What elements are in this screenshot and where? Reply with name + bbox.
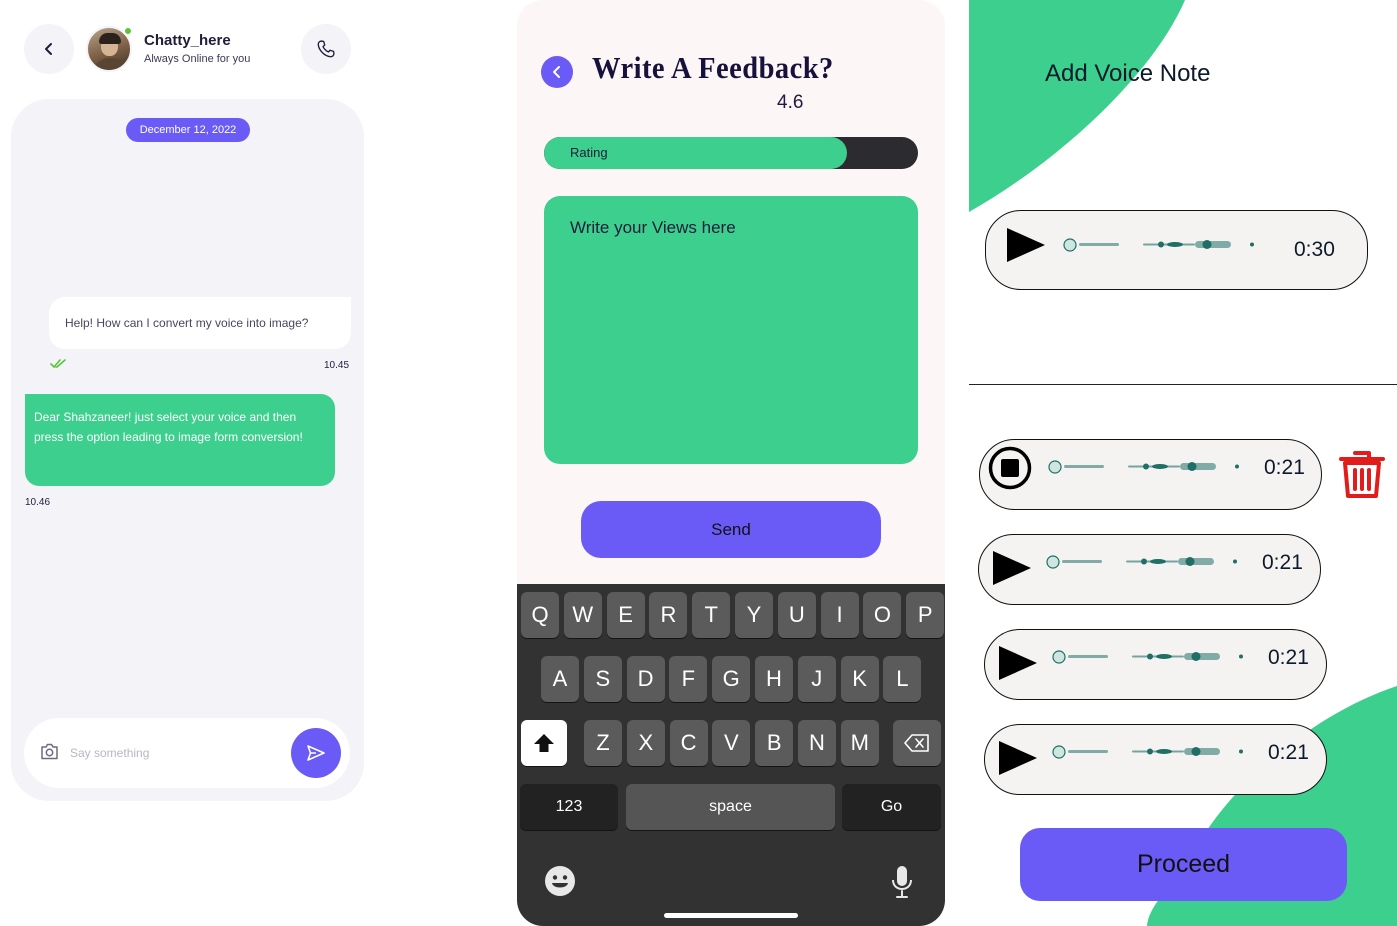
date-separator: December 12, 2022 [126, 118, 250, 142]
home-indicator [664, 913, 798, 918]
key-b[interactable]: B [755, 720, 794, 766]
feedback-screen: Write A Feedback? 4.6 Rating Send QWERTY… [517, 0, 945, 926]
key-x[interactable]: X [626, 720, 665, 766]
key-m[interactable]: M [840, 720, 879, 766]
contact-status: Always Online for you [144, 53, 251, 65]
key-f[interactable]: F [669, 656, 708, 702]
contact-name: Chatty_here [144, 32, 231, 49]
key-k[interactable]: K [840, 656, 879, 702]
key-e[interactable]: E [606, 592, 645, 638]
numbers-key[interactable]: 123 [520, 784, 618, 830]
send-button[interactable]: Send [581, 501, 881, 558]
shift-arrow-icon [534, 734, 554, 752]
chevron-left-icon [45, 43, 52, 55]
key-w[interactable]: W [563, 592, 602, 638]
key-p[interactable]: P [906, 592, 945, 638]
key-g[interactable]: G [712, 656, 751, 702]
key-l[interactable]: L [883, 656, 922, 702]
message-time: 10.46 [25, 497, 51, 508]
camera-icon[interactable] [40, 743, 59, 760]
message-input[interactable] [66, 740, 276, 766]
key-z[interactable]: Z [584, 720, 622, 766]
voice-note-duration: 0:30 [1294, 238, 1335, 261]
microphone-icon[interactable] [891, 865, 913, 899]
rating-label: Rating [570, 145, 608, 160]
key-d[interactable]: D [626, 656, 665, 702]
waveform [1063, 238, 1254, 252]
play-icon[interactable] [1005, 226, 1047, 264]
key-o[interactable]: O [863, 592, 902, 638]
key-v[interactable]: V [712, 720, 751, 766]
key-j[interactable]: J [797, 656, 836, 702]
call-button[interactable] [301, 24, 351, 74]
page-title: Write A Feedback? [592, 50, 834, 85]
key-y[interactable]: Y [735, 592, 773, 638]
waveform [1052, 650, 1243, 664]
emoji-icon[interactable] [544, 865, 576, 897]
divider [969, 384, 1397, 385]
play-icon[interactable] [991, 549, 1033, 587]
voice-note-duration: 0:21 [1262, 551, 1303, 574]
key-u[interactable]: U [777, 592, 816, 638]
voice-note-screen: Add Voice Note 0:30 0:21 0:21 0:21 0:21 … [969, 0, 1397, 926]
go-key[interactable]: Go [842, 784, 941, 830]
message-time: 10.45 [324, 360, 350, 371]
page-title: Add Voice Note [1045, 60, 1211, 87]
shift-key[interactable] [521, 720, 567, 766]
message-bubble: Dear Shahzaneer! just select your voice … [25, 394, 335, 486]
on-screen-keyboard: QWERTYUIOP ASDFGHJKL ZXCVBNM 123 space G… [517, 584, 945, 926]
play-icon[interactable] [997, 644, 1039, 682]
back-button[interactable] [24, 24, 74, 74]
key-h[interactable]: H [755, 656, 793, 702]
rating-slider[interactable]: Rating [544, 137, 918, 169]
back-button[interactable] [541, 56, 573, 88]
voice-note-duration: 0:21 [1268, 741, 1309, 764]
voice-note-duration: 0:21 [1264, 456, 1305, 479]
key-s[interactable]: S [583, 656, 622, 702]
feedback-textarea[interactable] [544, 196, 918, 464]
backspace-key[interactable] [893, 720, 941, 766]
key-r[interactable]: R [649, 592, 688, 638]
key-n[interactable]: N [798, 720, 836, 766]
waveform [1048, 460, 1239, 474]
stop-icon[interactable] [988, 446, 1032, 490]
proceed-button[interactable]: Proceed [1020, 828, 1347, 901]
online-status-dot [123, 26, 133, 36]
message-bubble: Help! How can I convert my voice into im… [49, 297, 351, 349]
key-c[interactable]: C [669, 720, 708, 766]
key-q[interactable]: Q [521, 592, 559, 638]
phone-icon [317, 40, 335, 58]
key-t[interactable]: T [692, 592, 731, 638]
backspace-icon [904, 734, 929, 752]
waveform [1046, 555, 1237, 569]
send-icon [307, 745, 325, 761]
send-message-button[interactable] [291, 728, 341, 778]
key-i[interactable]: I [820, 592, 859, 638]
voice-note-duration: 0:21 [1268, 646, 1309, 669]
trash-icon[interactable] [1337, 449, 1387, 499]
play-icon[interactable] [997, 739, 1039, 777]
double-check-icon [50, 359, 66, 368]
waveform [1052, 745, 1243, 759]
chat-screen: Chatty_here Always Online for you Decemb… [0, 0, 372, 926]
key-a[interactable]: A [541, 656, 579, 702]
rating-value: 4.6 [777, 92, 804, 113]
space-key[interactable]: space [626, 784, 835, 830]
chevron-left-icon [553, 66, 560, 78]
